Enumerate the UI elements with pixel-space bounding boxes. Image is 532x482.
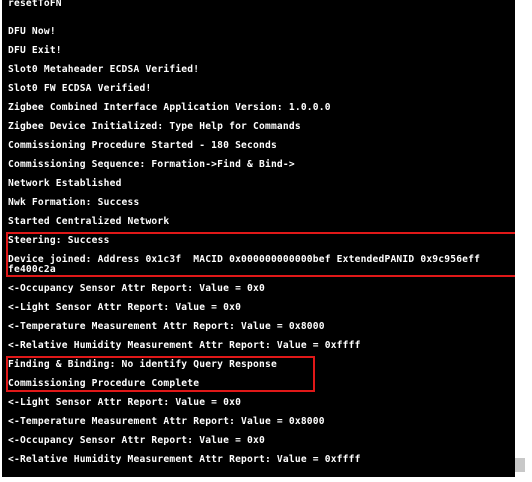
console-line-dfu-exit: DFU Exit! [8,45,62,56]
console-line-humidity-report-2: <-Relative Humidity Measurement Attr Rep… [8,454,361,465]
console-line-light-report-2: <-Light Sensor Attr Report: Value = 0x0 [8,397,242,408]
console-line-network-established: Network Established [8,178,122,189]
console-line-metaheader: Slot0 Metaheader ECDSA Verified! [8,64,200,75]
console-line-centralized-network: Started Centralized Network [8,216,170,227]
console-line-fw-verified: Slot0 FW ECDSA Verified! [8,83,152,94]
scrollbar-thumb[interactable] [515,458,525,472]
scrollbar[interactable] [515,0,532,477]
console-line-occupancy-report: <-Occupancy Sensor Attr Report: Value = … [8,283,265,294]
console-line-commissioning-sequence: Commissioning Sequence: Formation->Find … [8,159,295,170]
console-output: resetToFN DFU Now! DFU Exit! Slot0 Metah… [2,0,515,477]
console-line-humidity-report: <-Relative Humidity Measurement Attr Rep… [8,340,361,351]
console-line-occupancy-report-2: <-Occupancy Sensor Attr Report: Value = … [8,435,265,446]
console-line-commissioning-started: Commissioning Procedure Started - 180 Se… [8,140,277,151]
console-line-light-report: <-Light Sensor Attr Report: Value = 0x0 [8,302,242,313]
console-line-temperature-report-2: <-Temperature Measurement Attr Report: V… [8,416,325,427]
console-line-app-version: Zigbee Combined Interface Application Ve… [8,102,331,113]
console-line-temperature-report: <-Temperature Measurement Attr Report: V… [8,321,325,332]
highlight-box-steering [6,232,515,277]
console-line-reset: resetToFN [8,0,62,9]
console-line-dfu-now: DFU Now! [8,26,56,37]
console-line-device-initialized: Zigbee Device Initialized: Type Help for… [8,121,301,132]
console-line-nwk-formation: Nwk Formation: Success [8,197,140,208]
highlight-box-finding-binding [6,356,315,392]
